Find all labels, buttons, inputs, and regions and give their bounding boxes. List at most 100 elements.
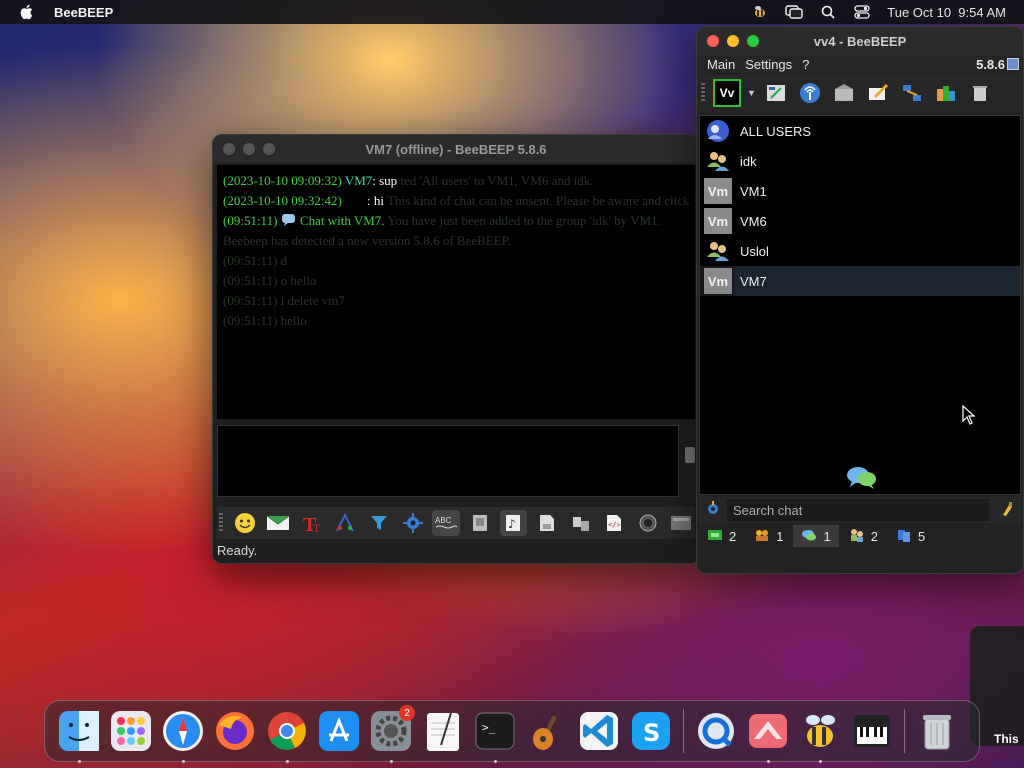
menu-help[interactable]: ? bbox=[802, 57, 809, 72]
finder-icon[interactable] bbox=[53, 705, 105, 763]
terminal-icon[interactable]: >_ bbox=[469, 705, 521, 763]
message-timestamp: (2023-10-10 09:32:42) bbox=[223, 193, 342, 208]
main-window-title: vv4 - BeeBEEP bbox=[813, 33, 907, 49]
spellcheck-icon[interactable]: ABC bbox=[432, 510, 460, 536]
tab-group-chats[interactable]: 2 bbox=[841, 525, 886, 547]
toolbar-grip[interactable] bbox=[219, 513, 223, 533]
font-icon[interactable]: TT bbox=[298, 510, 326, 536]
send-button[interactable] bbox=[685, 447, 695, 463]
svg-text:T: T bbox=[313, 521, 321, 534]
clear-icon[interactable] bbox=[466, 510, 494, 536]
menu-settings[interactable]: Settings bbox=[745, 57, 792, 72]
chat-window-titlebar[interactable]: VM7 (offline) - BeeBEEP 5.8.6 bbox=[213, 135, 699, 163]
search-chat-input[interactable] bbox=[727, 499, 989, 521]
beebeep-status-icon[interactable] bbox=[751, 4, 769, 20]
tab-groups[interactable]: 1 bbox=[746, 525, 791, 547]
user-row-uslol[interactable]: Uslol bbox=[700, 236, 1020, 266]
chevron-down-icon[interactable]: ▼ bbox=[747, 88, 756, 98]
filter-icon[interactable] bbox=[365, 510, 393, 536]
clear-search-icon[interactable] bbox=[999, 501, 1015, 520]
plugins-icon[interactable] bbox=[932, 80, 960, 106]
mailbox-icon[interactable] bbox=[830, 80, 858, 106]
record-icon[interactable] bbox=[634, 510, 662, 536]
screenshot-icon[interactable] bbox=[667, 510, 695, 536]
broadcast-icon[interactable] bbox=[796, 80, 824, 106]
tab-files[interactable]: 5 bbox=[888, 525, 933, 547]
user-row-all-users[interactable]: ALL USERS bbox=[700, 116, 1020, 146]
menu-main[interactable]: Main bbox=[707, 57, 735, 72]
user-list[interactable]: ALL USERS idk Vm VM1 Vm VM6 Uslol Vm VM7 bbox=[699, 115, 1021, 495]
faded-chat-line: (09:51:11) o hello bbox=[223, 273, 317, 288]
main-toolbar: Vv ▼ bbox=[697, 75, 1023, 111]
launchpad-icon[interactable] bbox=[105, 705, 157, 757]
group-icon bbox=[704, 238, 732, 264]
message-text: Chat with VM7. bbox=[299, 213, 385, 228]
piano-icon[interactable] bbox=[846, 705, 898, 757]
note-icon[interactable]: ♪ bbox=[499, 510, 528, 536]
beebeep-main-window: vv4 - BeeBEEP Main Settings ? 5.8.6 Vv ▼… bbox=[696, 26, 1024, 574]
user-row-vm6[interactable]: Vm VM6 bbox=[700, 206, 1020, 236]
search-settings-icon[interactable] bbox=[705, 501, 721, 520]
faded-chat-line: (09:51:11) d bbox=[223, 253, 288, 268]
textedit-icon[interactable] bbox=[417, 705, 469, 757]
app-store-icon[interactable] bbox=[313, 705, 365, 757]
print-icon[interactable] bbox=[567, 510, 595, 536]
chat-toolbar: TT ABC ♪ </> bbox=[217, 507, 695, 539]
main-window-titlebar[interactable]: vv4 - BeeBEEP bbox=[697, 27, 1023, 55]
chat-log[interactable]: (2023-10-10 09:09:32) VM7: sup ted 'All … bbox=[217, 165, 695, 419]
vscode-icon[interactable] bbox=[573, 705, 625, 757]
beebeep-icon[interactable] bbox=[794, 705, 846, 763]
profile-avatar-button[interactable]: Vv bbox=[713, 79, 741, 107]
search-icon[interactable] bbox=[819, 4, 837, 20]
quicktime-icon[interactable] bbox=[690, 705, 742, 757]
tab-count: 2 bbox=[870, 528, 878, 544]
trash-bin-icon[interactable] bbox=[911, 705, 963, 757]
faded-text: This kind of chat can be unsent. Please … bbox=[387, 193, 689, 208]
chrome-icon[interactable] bbox=[261, 705, 313, 763]
settings-icon[interactable] bbox=[399, 510, 427, 536]
message-input[interactable] bbox=[217, 425, 679, 497]
save-icon[interactable] bbox=[533, 510, 561, 536]
compose-icon[interactable] bbox=[864, 80, 892, 106]
users-online-icon bbox=[707, 528, 723, 545]
apple-icon[interactable] bbox=[18, 3, 36, 21]
user-row-vm1[interactable]: Vm VM1 bbox=[700, 176, 1020, 206]
notification-text: This bbox=[994, 732, 1019, 746]
tab-count: 1 bbox=[776, 528, 784, 544]
user-name: Uslol bbox=[740, 243, 769, 259]
app-name[interactable]: BeeBEEP bbox=[54, 5, 113, 20]
safari-icon[interactable] bbox=[157, 705, 209, 763]
toolbar-grip[interactable] bbox=[701, 83, 705, 103]
color-icon[interactable] bbox=[332, 510, 360, 536]
firefox-icon[interactable] bbox=[209, 705, 261, 757]
update-icon[interactable] bbox=[1007, 58, 1019, 70]
garageband-icon[interactable] bbox=[521, 705, 573, 757]
system-settings-icon[interactable]: 2 bbox=[365, 705, 417, 763]
user-avatar: Vm bbox=[704, 268, 732, 294]
trash-icon[interactable] bbox=[966, 80, 994, 106]
send-file-icon[interactable] bbox=[265, 510, 293, 536]
tab-users[interactable]: 2 bbox=[699, 525, 744, 547]
tab-chats[interactable]: 1 bbox=[793, 525, 839, 547]
faded-chat-line: (09:51:11) hello bbox=[223, 313, 307, 328]
user-name: VM1 bbox=[740, 183, 767, 199]
chat-window: VM7 (offline) - BeeBEEP 5.8.6 (2023-10-1… bbox=[212, 134, 700, 564]
screen-mirroring-icon[interactable] bbox=[785, 4, 803, 20]
control-center-icon[interactable] bbox=[853, 4, 871, 20]
emoji-icon[interactable] bbox=[231, 510, 259, 536]
dock-separator bbox=[904, 709, 905, 753]
version-label: 5.8.6 bbox=[976, 56, 1005, 72]
html-icon[interactable]: </> bbox=[600, 510, 628, 536]
status-bar: Ready. bbox=[217, 543, 258, 558]
user-row-vm7[interactable]: Vm VM7 bbox=[700, 266, 1020, 296]
user-avatar: Vm bbox=[704, 178, 732, 204]
edit-profile-icon[interactable] bbox=[762, 80, 790, 106]
parallels-icon[interactable] bbox=[742, 705, 794, 763]
skype-icon[interactable]: S bbox=[625, 705, 677, 757]
user-row-idk[interactable]: idk bbox=[700, 146, 1020, 176]
chat-bubble-icon bbox=[281, 213, 300, 228]
clock[interactable]: Tue Oct 10 9:54 AM bbox=[887, 5, 1006, 20]
all-users-icon bbox=[704, 118, 732, 144]
network-icon[interactable] bbox=[898, 80, 926, 106]
user-name: VM7 bbox=[740, 273, 767, 289]
